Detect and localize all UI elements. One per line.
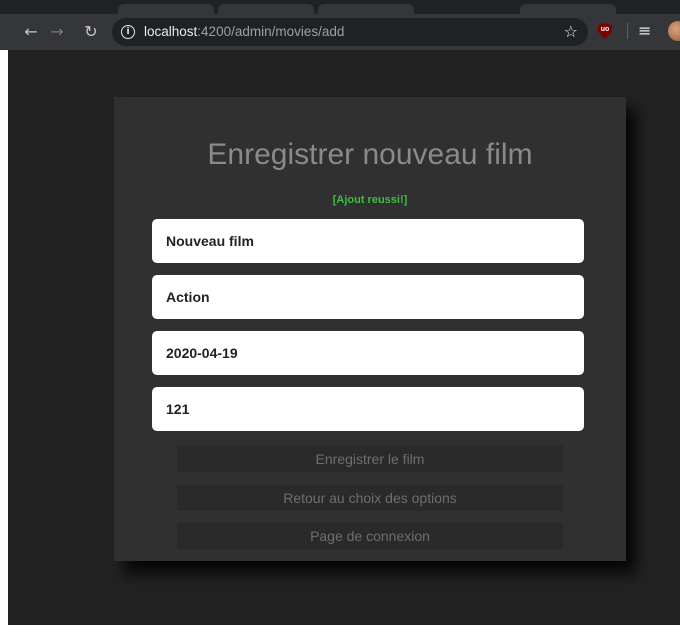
reload-icon[interactable]: ↻ (80, 21, 102, 43)
page-title: Enregistrer nouveau film (207, 138, 533, 171)
movie-duration-field[interactable] (152, 387, 584, 431)
save-movie-button[interactable]: Enregistrer le film (177, 446, 563, 472)
url-text[interactable]: localhost:4200/admin/movies/add (144, 24, 344, 40)
movie-date-field[interactable] (152, 331, 584, 375)
viewport: ← → ↻ i localhost:4200/admin/movies/add … (0, 0, 680, 633)
add-movie-card: Enregistrer nouveau film [Ajout reussi!]… (114, 97, 626, 561)
url-path: :4200/admin/movies/add (197, 24, 345, 39)
toolbar-divider (627, 23, 628, 39)
browser-toolbar: ← → ↻ i localhost:4200/admin/movies/add … (0, 14, 680, 50)
status-message: [Ajout reussi!] (332, 194, 408, 206)
url-host: localhost (144, 24, 198, 39)
tab-strip (0, 0, 680, 14)
movie-title-field[interactable] (152, 219, 584, 263)
star-icon[interactable]: ☆ (564, 21, 578, 43)
arrow-back-icon[interactable]: ← (20, 21, 42, 43)
info-icon[interactable]: i (121, 25, 135, 39)
browser-tab[interactable] (520, 4, 616, 14)
browser-tab[interactable] (118, 4, 214, 14)
arrow-forward-icon[interactable]: → (46, 21, 68, 43)
list-icon[interactable]: ≡ (638, 20, 651, 42)
page-content: Enregistrer nouveau film [Ajout reussi!]… (8, 50, 680, 625)
movie-genre-field[interactable] (152, 275, 584, 319)
browser-tab[interactable] (318, 4, 414, 14)
back-to-options-button[interactable]: Retour au choix des options (177, 485, 563, 511)
address-bar[interactable]: i localhost:4200/admin/movies/add ☆ (112, 18, 588, 46)
login-page-button[interactable]: Page de connexion (177, 523, 563, 549)
browser-tab[interactable] (218, 4, 314, 14)
